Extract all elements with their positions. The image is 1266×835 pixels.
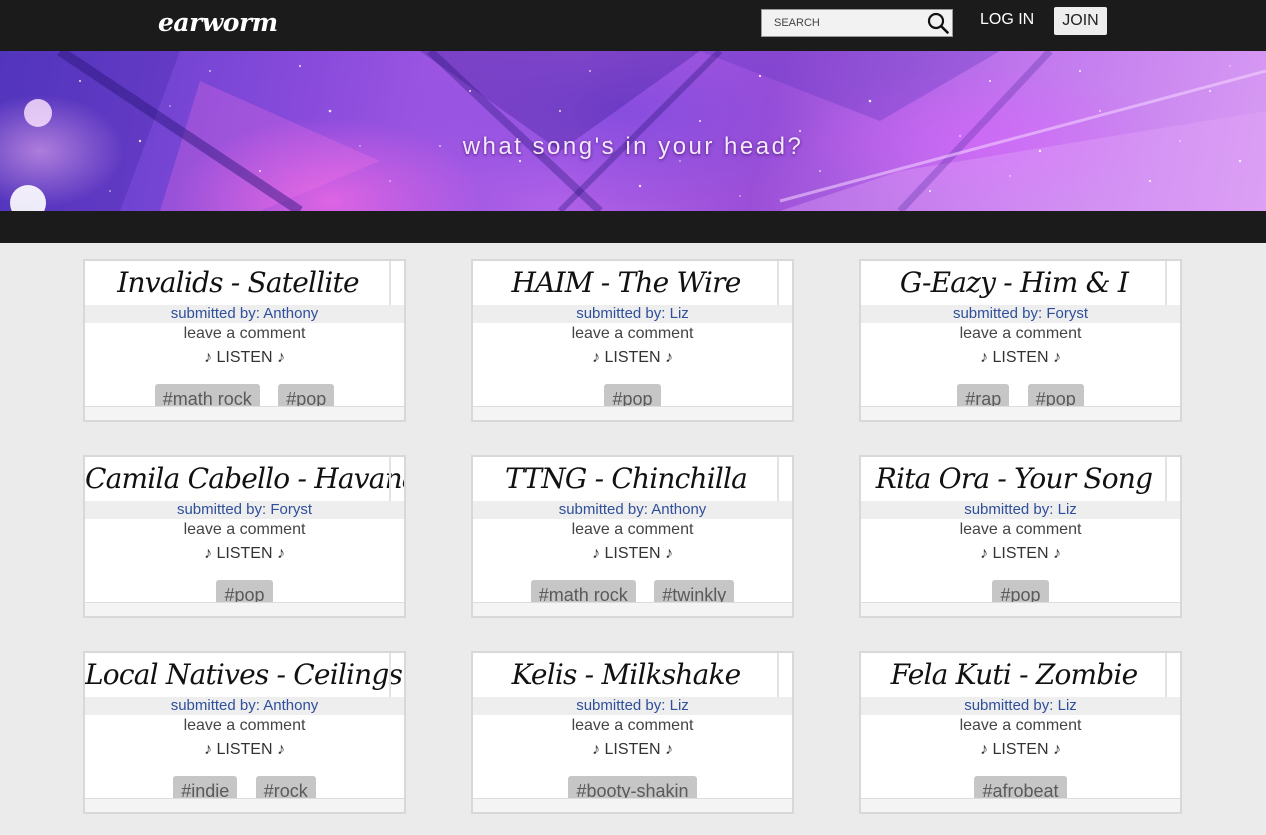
card-scrollbar — [777, 457, 779, 501]
tag-badge[interactable]: #pop — [604, 384, 661, 406]
search-input[interactable] — [762, 10, 922, 36]
leave-comment-link[interactable]: leave a comment — [473, 521, 792, 539]
leave-comment-link[interactable]: leave a comment — [85, 717, 404, 735]
submitted-by-link[interactable]: submitted by: Anthony — [473, 501, 792, 519]
card-scrollbar — [777, 653, 779, 697]
search-box — [761, 9, 953, 37]
tag-list: #math rock #twinkly — [473, 580, 792, 602]
leave-comment-link[interactable]: leave a comment — [85, 325, 404, 343]
listen-link[interactable]: ♪ LISTEN ♪ — [473, 741, 792, 759]
card-footer — [861, 798, 1180, 812]
card-scrollbar — [1165, 653, 1167, 697]
top-nav-bar: earworm LOG IN JOIN — [0, 0, 1266, 51]
tag-badge[interactable]: #math rock — [530, 580, 636, 602]
tag-badge[interactable]: #pop — [1027, 384, 1084, 406]
join-button[interactable]: JOIN — [1054, 7, 1107, 35]
listen-link[interactable]: ♪ LISTEN ♪ — [85, 545, 404, 563]
song-card: Kelis - Milkshake submitted by: Liz leav… — [471, 651, 794, 814]
hero-tagline: what song's in your head? — [462, 133, 804, 160]
listen-link[interactable]: ♪ LISTEN ♪ — [473, 349, 792, 367]
tag-badge[interactable]: #rock — [255, 776, 316, 798]
listen-link[interactable]: ♪ LISTEN ♪ — [473, 545, 792, 563]
card-footer — [861, 406, 1180, 420]
tag-badge[interactable]: #booty-shakin — [568, 776, 697, 798]
leave-comment-link[interactable]: leave a comment — [861, 521, 1180, 539]
login-link[interactable]: LOG IN — [980, 11, 1034, 29]
site-logo[interactable]: earworm — [158, 8, 278, 37]
card-footer — [85, 406, 404, 420]
card-footer — [85, 602, 404, 616]
tag-list: #pop — [473, 384, 792, 406]
hero-bottom-band — [0, 211, 1266, 243]
song-title[interactable]: Fela Kuti - Zombie — [861, 653, 1167, 697]
song-title[interactable]: Camila Cabello - Havana — [85, 457, 404, 501]
tag-badge[interactable]: #pop — [992, 580, 1049, 602]
tag-list: #indie #rock — [85, 776, 404, 798]
tag-list: #booty-shakin — [473, 776, 792, 798]
tag-list: #pop — [861, 580, 1180, 602]
card-footer — [473, 602, 792, 616]
submitted-by-link[interactable]: submitted by: Liz — [473, 305, 792, 323]
song-title[interactable]: Kelis - Milkshake — [473, 653, 779, 697]
tag-list: #math rock #pop — [85, 384, 404, 406]
search-icon[interactable] — [927, 12, 949, 34]
listen-link[interactable]: ♪ LISTEN ♪ — [861, 545, 1180, 563]
card-scrollbar — [1165, 457, 1167, 501]
song-title[interactable]: Rita Ora - Your Song — [861, 457, 1167, 501]
leave-comment-link[interactable]: leave a comment — [861, 717, 1180, 735]
card-scrollbar — [389, 457, 391, 501]
card-footer — [85, 798, 404, 812]
hero-banner: what song's in your head? — [0, 51, 1266, 211]
card-footer — [473, 798, 792, 812]
tag-list: #pop — [85, 580, 404, 602]
song-title[interactable]: G-Eazy - Him & I — [861, 261, 1167, 305]
listen-link[interactable]: ♪ LISTEN ♪ — [861, 741, 1180, 759]
tag-badge[interactable]: #afrobeat — [974, 776, 1067, 798]
leave-comment-link[interactable]: leave a comment — [85, 521, 404, 539]
song-title[interactable]: TTNG - Chinchilla — [473, 457, 779, 501]
song-card: Invalids - Satellite submitted by: Antho… — [83, 259, 406, 422]
hero-background-art — [0, 51, 1266, 211]
tag-badge[interactable]: #twinkly — [654, 580, 735, 602]
listen-link[interactable]: ♪ LISTEN ♪ — [85, 741, 404, 759]
song-card: TTNG - Chinchilla submitted by: Anthony … — [471, 455, 794, 618]
card-scrollbar — [389, 653, 391, 697]
tag-badge[interactable]: #math rock — [154, 384, 260, 406]
tag-badge[interactable]: #pop — [278, 384, 335, 406]
submitted-by-link[interactable]: submitted by: Anthony — [85, 305, 404, 323]
leave-comment-link[interactable]: leave a comment — [473, 325, 792, 343]
song-card: HAIM - The Wire submitted by: Liz leave … — [471, 259, 794, 422]
leave-comment-link[interactable]: leave a comment — [473, 717, 792, 735]
song-title[interactable]: Invalids - Satellite — [85, 261, 391, 305]
card-scrollbar — [389, 261, 391, 305]
tag-badge[interactable]: #rap — [957, 384, 1010, 406]
card-footer — [861, 602, 1180, 616]
song-title[interactable]: Local Natives - Ceilings — [85, 653, 403, 697]
tag-badge[interactable]: #indie — [173, 776, 238, 798]
card-footer — [473, 406, 792, 420]
tag-list: #afrobeat — [861, 776, 1180, 798]
tag-list: #rap #pop — [861, 384, 1180, 406]
submitted-by-link[interactable]: submitted by: Foryst — [85, 501, 404, 519]
leave-comment-link[interactable]: leave a comment — [861, 325, 1180, 343]
song-card: Local Natives - Ceilings submitted by: A… — [83, 651, 406, 814]
listen-link[interactable]: ♪ LISTEN ♪ — [85, 349, 404, 367]
song-card: Rita Ora - Your Song submitted by: Liz l… — [859, 455, 1182, 618]
song-card: Fela Kuti - Zombie submitted by: Liz lea… — [859, 651, 1182, 814]
submitted-by-link[interactable]: submitted by: Liz — [861, 501, 1180, 519]
song-title[interactable]: HAIM - The Wire — [473, 261, 779, 305]
card-scrollbar — [777, 261, 779, 305]
card-scrollbar — [1165, 261, 1167, 305]
submitted-by-link[interactable]: submitted by: Anthony — [85, 697, 404, 715]
song-card: G-Eazy - Him & I submitted by: Foryst le… — [859, 259, 1182, 422]
submitted-by-link[interactable]: submitted by: Liz — [473, 697, 792, 715]
submitted-by-link[interactable]: submitted by: Liz — [861, 697, 1180, 715]
submitted-by-link[interactable]: submitted by: Foryst — [861, 305, 1180, 323]
tag-badge[interactable]: #pop — [216, 580, 273, 602]
song-card: Camila Cabello - Havana submitted by: Fo… — [83, 455, 406, 618]
listen-link[interactable]: ♪ LISTEN ♪ — [861, 349, 1180, 367]
